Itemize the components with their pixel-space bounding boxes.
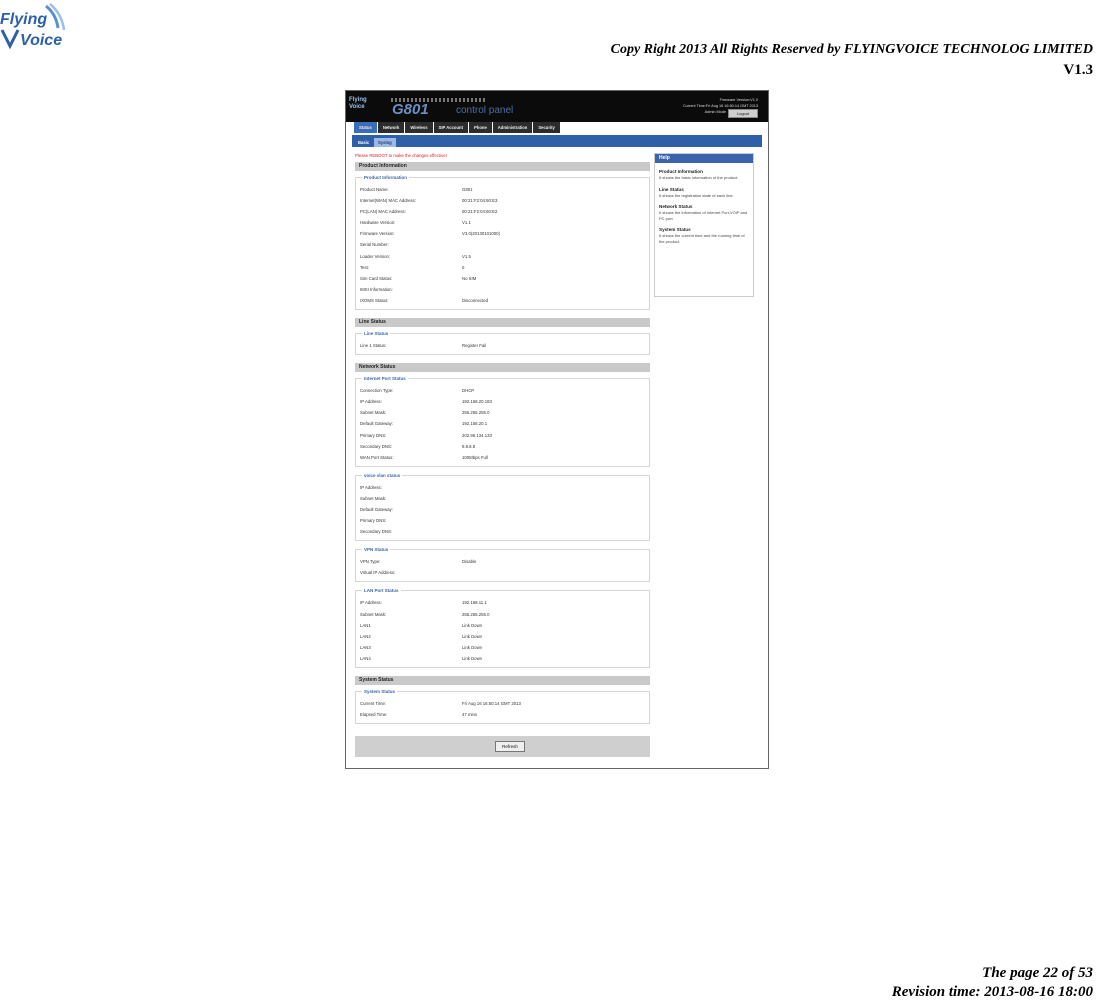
info-row: IMSI Information: [360,286,393,292]
section-header-system: System Status [355,676,650,685]
info-row: Subnet Mask: 255.255.255.0 [360,410,490,416]
doc-version: V1.3 [1063,62,1093,78]
info-row: Subnet Mask: 255.255.255.0 [360,611,490,617]
group-product-information: Product Information Product Name: G801 In… [355,174,650,311]
control-panel-screenshot: Flying Voice G801 control panel Firmware… [345,90,769,769]
info-row: Loader Version: V1.5 [360,253,471,259]
info-row: IXOMS Status: Disconnected [360,297,489,303]
info-row: Primary DNS: 202.96.134.133 [360,432,492,438]
group-title: Internet Port Status [362,375,408,383]
group-lan-port-status: LAN Port Status IP Address: 192.168.11.1 … [355,587,650,668]
info-row: Connection Type: DHCP [360,388,475,394]
help-item-text: It shows the basic information of the pr… [659,175,739,180]
help-item-title: System Status [659,227,691,232]
tab-administration[interactable]: Administration [492,122,533,133]
info-row: Sim Card Status: No SIM [360,275,477,281]
bottom-action-bar: Refresh [355,736,650,757]
info-row: Virtual IP Address: [360,570,396,576]
main-tabs: Status Network Wireless SIP Account Phon… [354,122,561,133]
info-row: Test: 0 [360,264,465,270]
page-number: The page 22 of 53 [982,965,1093,981]
refresh-button[interactable]: Refresh [495,741,525,752]
group-title: LAN Port Status [362,587,401,595]
info-row: Firmware Version: V3.0(20130101000) [360,231,500,237]
help-item-text: It shows the registration state of each … [659,192,734,198]
info-row: LAN2 Link Down [360,633,483,639]
info-row: Default Gateway: 192.168.20.1 [360,421,488,427]
info-row: Subnet Mask: [360,495,387,501]
tab-security[interactable]: Security [533,122,560,133]
help-header: Help [655,154,753,163]
section-header-network: Network Status [355,363,650,373]
tab-network[interactable]: Network [377,122,405,133]
info-row: LAN4 Link Down [360,655,483,661]
reboot-notice: Please REBOOT to make the changes effect… [355,153,447,158]
info-row: Line 1 Status: Register Fail [360,343,487,349]
tab-status[interactable]: Status [354,122,377,133]
info-row: Secondary DNS: [360,529,393,535]
group-title: VPN Status [362,546,391,554]
panel-logo: Flying Voice [349,97,367,110]
info-row: Product Name: G801 [360,187,473,192]
help-panel: Help Product Information It shows the ba… [654,153,754,297]
info-row: LAN3 Link Down [360,644,483,650]
info-row: LAN1 Link Down [360,622,483,628]
model-name: G801 [392,101,429,118]
info-row: Hardware Version: V1.1 [360,220,471,226]
help-item-text: It shows the current time and the runnin… [659,233,745,244]
group-title: Product Information [362,174,409,181]
group-title: System Status [362,688,398,695]
subtab-syslog[interactable]: Syslog [374,138,396,147]
group-internet-port-status: Internet Port Status Connection Type: DHC… [355,375,650,467]
group-voice-vlan-status: voice vlan status IP Address: Subnet Mas… [355,471,650,542]
section-header-line: Line Status [355,318,650,328]
group-line-status: Line Status Line 1 Status: Register Fail [355,330,650,356]
group-title: Line Status [362,330,391,338]
subtab-basic[interactable]: Basic [354,138,373,147]
tab-sip-account[interactable]: SIP Account [433,122,468,133]
help-item-title: Line Status [659,186,684,192]
info-row: Serial Number: [360,242,389,248]
revision-time: Revision time: 2013-08-16 18:00 [891,984,1093,1000]
info-row: PC(LAN) MAC Address: 00:21:F2:04:60:E2 [360,209,498,215]
copyright-line: Copy Right 2013 All Rights Reserved by F… [610,42,1093,57]
logout-button[interactable]: Logout [728,109,758,118]
help-item-title: Product Information [659,169,703,174]
flyingvoice-logo: Flying Voice [0,0,70,60]
status-content: Product Information Product Information … [355,162,650,732]
info-row: IP Address: [360,484,382,490]
logo-text-bottom: Voice [20,32,62,49]
info-row: WAN Port Status: 100Mbps Full [360,454,488,460]
help-item-title: Network Status [659,204,693,209]
group-system-status: System Status Current Time: Fri Aug 16 16… [355,688,650,725]
group-title: voice vlan status [362,471,403,479]
info-row: Internet(WAN) MAC Address: 00:21:F2:04:60… [360,198,498,204]
info-row: Default Gateway: [360,506,393,512]
group-vpn-status: VPN Status VPN Type: Disable Virtual IP A… [355,546,650,583]
info-row: IP Address: 192.168.11.1 [360,600,487,606]
info-row: VPN Type: Disable [360,559,477,565]
logo-text-top: Flying [0,11,47,28]
panel-title: control panel [456,105,514,116]
info-row: Elapsed Time: 47 mins [360,712,478,718]
panel-header: Flying Voice G801 control panel Firmware… [346,91,768,122]
tab-wireless[interactable]: Wireless [405,122,433,133]
info-row: Current Time: Fri Aug 16 16:50:14 GMT 201… [360,701,521,706]
sub-tab-bar: Basic Syslog [352,135,762,147]
info-row: IP Address: 192.168.20.183 [360,399,492,405]
help-item-text: It shows the information of Internet Por… [659,210,748,221]
info-row: Primary DNS: [360,518,387,524]
tab-phone[interactable]: Phone [468,122,492,133]
section-header-product: Product Information [355,162,650,171]
info-row: Secondary DNS: 8.8.8.8 [360,443,476,449]
